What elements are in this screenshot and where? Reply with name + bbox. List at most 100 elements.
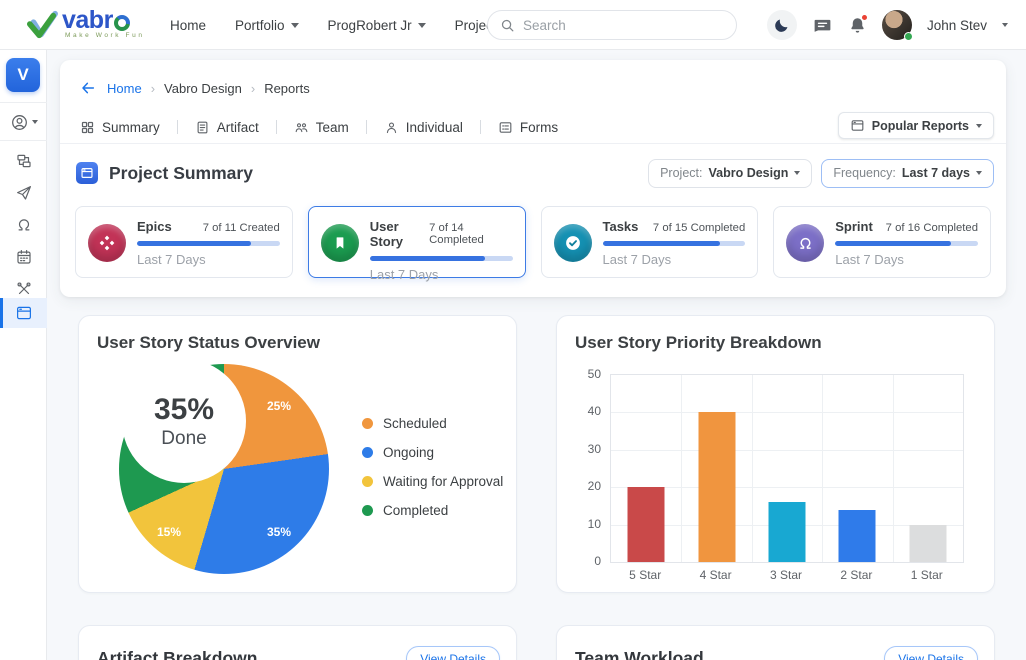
donut-center-value: 35% <box>154 393 214 427</box>
nav-item-label: ProgRobert Jr <box>328 18 412 33</box>
stat-name: Epics <box>137 219 172 234</box>
bar-4-star <box>698 412 735 562</box>
legend-dot <box>362 447 373 458</box>
filter-value: Last 7 days <box>902 166 970 180</box>
back-arrow-icon <box>80 80 96 96</box>
workflow-icon <box>15 152 33 170</box>
sidebar-divider <box>0 140 47 141</box>
stat-cards-row: Epics 7 of 11 Created Last 7 Days User S… <box>75 206 991 278</box>
project-filter-dropdown[interactable]: Project: Vabro Design <box>648 159 812 188</box>
view-details-button[interactable]: View Details <box>406 646 500 660</box>
donut-center-label: Done <box>161 428 206 450</box>
gridline <box>681 375 682 562</box>
y-tick-label: 40 <box>588 404 601 418</box>
team-icon <box>294 120 309 135</box>
progress-fill <box>603 241 720 246</box>
nav-item-portfolio[interactable]: Portfolio <box>235 18 299 33</box>
stat-card-user-story[interactable]: User Story 7 of 14 Completed Last 7 Days <box>308 206 526 278</box>
legend-label: Waiting for Approval <box>383 474 503 489</box>
stat-card-tasks[interactable]: Tasks 7 of 15 Completed Last 7 Days <box>541 206 759 278</box>
sidebar-item-workflow[interactable] <box>0 146 47 176</box>
stat-name: Sprint <box>835 219 873 234</box>
nav-item-label: Home <box>170 18 206 33</box>
gridline <box>752 375 753 562</box>
sidebar-item-calendar[interactable] <box>0 242 47 272</box>
brand-tagline: Make Work Fun <box>65 32 145 39</box>
team-workload-card: Team Workload View Details <box>556 625 995 660</box>
sidebar-item-reports[interactable] <box>0 298 47 328</box>
search-icon <box>500 18 515 33</box>
x-tick-label: 1 Star <box>911 568 943 582</box>
card-title: Team Workload <box>575 648 704 660</box>
chevron-down-icon <box>418 23 426 28</box>
report-window-icon <box>850 118 865 133</box>
nav-item-progrobert[interactable]: ProgRobert Jr <box>328 18 426 33</box>
back-button[interactable] <box>80 80 96 96</box>
avatar[interactable] <box>882 10 912 40</box>
calendar-icon <box>15 248 33 266</box>
tab-forms[interactable]: Forms <box>498 120 558 135</box>
search-input[interactable] <box>523 18 703 33</box>
slice-label: 25% <box>267 399 291 413</box>
dark-mode-toggle[interactable] <box>767 10 797 40</box>
notifications-button[interactable] <box>848 16 867 35</box>
summary-header: Project Summary Project: Vabro Design Fr… <box>76 158 994 188</box>
messages-button[interactable] <box>812 15 833 36</box>
tab-summary[interactable]: Summary <box>80 120 160 135</box>
stat-body: Epics 7 of 11 Created Last 7 Days <box>137 219 280 267</box>
legend-dot <box>362 418 373 429</box>
brand-name: vabr <box>62 6 113 35</box>
breadcrumb-project[interactable]: Vabro Design <box>164 81 242 96</box>
sidebar-item-launch[interactable] <box>0 178 47 208</box>
tab-artifact[interactable]: Artifact <box>195 120 259 135</box>
y-tick-label: 0 <box>594 554 601 568</box>
profile-icon <box>10 113 29 132</box>
sidebar-item-profile[interactable] <box>0 107 47 137</box>
tasks-icon <box>554 224 592 262</box>
progress-bar <box>370 256 513 261</box>
sidebar-v-logo[interactable]: V <box>6 58 40 92</box>
chevron-down-icon[interactable] <box>1002 23 1008 27</box>
progress-bar <box>603 241 746 246</box>
frequency-filter-dropdown[interactable]: Frequency: Last 7 days <box>821 159 994 188</box>
stat-body: Tasks 7 of 15 Completed Last 7 Days <box>603 219 746 267</box>
search-bar[interactable] <box>487 10 737 40</box>
y-tick-label: 20 <box>588 479 601 493</box>
popular-reports-button[interactable]: Popular Reports <box>838 112 994 139</box>
x-axis-labels: 5 Star4 Star3 Star2 Star1 Star <box>610 568 964 584</box>
breadcrumb-home[interactable]: Home <box>107 81 142 96</box>
tab-separator <box>366 120 367 134</box>
breadcrumb-reports: Reports <box>264 81 310 96</box>
stat-card-sprint[interactable]: Sprint 7 of 16 Completed Last 7 Days <box>773 206 991 278</box>
y-tick-label: 30 <box>588 442 601 456</box>
vabro-logo[interactable]: vabr Make Work Fun <box>26 6 130 45</box>
main-content: Home › Vabro Design › Reports Summary <box>47 50 1026 660</box>
tab-team[interactable]: Team <box>294 120 349 135</box>
tab-individual[interactable]: Individual <box>384 120 463 135</box>
view-details-button[interactable]: View Details <box>884 646 978 660</box>
logo-o-icon <box>114 15 130 31</box>
filter-value: Vabro Design <box>708 166 788 180</box>
stat-name: Tasks <box>603 219 639 234</box>
status-overview-card: User Story Status Overview 25%35%15%35% … <box>78 315 517 593</box>
bar-chart-plot[interactable] <box>610 374 964 563</box>
stat-card-epics[interactable]: Epics 7 of 11 Created Last 7 Days <box>75 206 293 278</box>
legend-item-completed: Completed <box>362 503 503 518</box>
breadcrumb: Home › Vabro Design › Reports <box>80 80 310 96</box>
notification-badge <box>861 14 868 21</box>
nav-item-home[interactable]: Home <box>170 18 206 33</box>
stat-name: User Story <box>370 219 429 249</box>
bar-5-star <box>628 487 665 562</box>
bar-1-star <box>909 525 946 562</box>
tabs-divider <box>60 143 1006 144</box>
logo-text: vabr Make Work Fun <box>62 6 130 35</box>
x-tick-label: 4 Star <box>700 568 732 582</box>
page-title: Project Summary <box>109 163 253 184</box>
navbar-right-cluster: John Stev <box>767 0 1008 50</box>
sidebar-item-sprint[interactable] <box>0 210 47 240</box>
y-tick-label: 50 <box>588 367 601 381</box>
chart-legend: Scheduled Ongoing Waiting for Approval C… <box>362 416 503 518</box>
stat-top-row: User Story 7 of 14 Completed <box>370 219 513 249</box>
stat-period: Last 7 Days <box>835 252 978 267</box>
stat-top-row: Epics 7 of 11 Created <box>137 219 280 234</box>
